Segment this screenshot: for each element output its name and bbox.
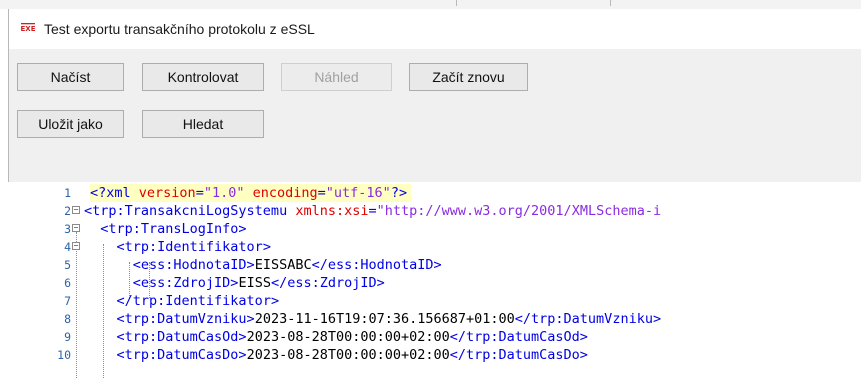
code-token: <trp:Identifikator> bbox=[116, 239, 271, 255]
window-title: Test exportu transakčního protokolu z eS… bbox=[44, 21, 315, 37]
fold-toggle-icon[interactable]: − bbox=[72, 242, 80, 250]
code-token: </trp:DatumCasDo> bbox=[449, 347, 588, 363]
code-token: = bbox=[195, 185, 204, 201]
code-line[interactable]: 8 <trp:DatumVzniku>2023-11-16T19:07:36.15… bbox=[8, 310, 861, 328]
code-token: 2023-08-28T00:00:00+02:00 bbox=[246, 347, 450, 363]
code-token: encoding bbox=[252, 185, 318, 201]
code-token: "1.0" bbox=[203, 185, 245, 201]
xml-code-editor[interactable]: 1 <?xml version="1.0" encoding="utf-16"?>… bbox=[8, 182, 861, 378]
line-number: 4 bbox=[64, 240, 71, 254]
code-text: <ess:ZdrojID>EISS</ess:ZdrojID> bbox=[84, 274, 389, 292]
line-number: 1 bbox=[64, 186, 71, 200]
exe-app-icon: EXE bbox=[21, 22, 35, 34]
code-token: ?> bbox=[390, 185, 408, 201]
line-number: 10 bbox=[57, 348, 71, 362]
code-line[interactable]: 6 <ess:ZdrojID>EISS</ess:ZdrojID> bbox=[8, 274, 861, 292]
code-text: </trp:Identifikator> bbox=[84, 292, 283, 310]
code-line[interactable]: 7 </trp:Identifikator> bbox=[8, 292, 861, 310]
line-number: 2 bbox=[64, 204, 71, 218]
code-text: <trp:TransakcniLogSystemu xmlns:xsi="htt… bbox=[84, 202, 665, 220]
strip-tick bbox=[610, 0, 611, 6]
code-token: <trp:DatumCasOd> bbox=[116, 329, 247, 345]
code-line[interactable]: 2− <trp:TransakcniLogSystemu xmlns:xsi="h… bbox=[8, 202, 861, 220]
fold-toggle-icon[interactable]: − bbox=[72, 224, 80, 232]
code-token: version bbox=[138, 185, 196, 201]
code-text: <trp:DatumCasDo>2023-08-28T00:00:00+02:0… bbox=[84, 346, 592, 364]
code-token: xmlns:xsi bbox=[295, 203, 369, 219]
code-token: = bbox=[368, 203, 377, 219]
check-button[interactable]: Kontrolovat bbox=[142, 63, 264, 91]
title-bar[interactable]: EXE Test exportu transakčního protokolu … bbox=[9, 9, 861, 49]
code-token: <trp:DatumVzniku> bbox=[116, 311, 255, 327]
code-token: 2023-08-28T00:00:00+02:00 bbox=[246, 329, 450, 345]
strip-tick bbox=[456, 0, 457, 6]
code-token: <trp:TransLogInfo> bbox=[100, 221, 247, 237]
line-number: 7 bbox=[64, 294, 71, 308]
code-token: </ess:HodnotaID> bbox=[311, 257, 442, 273]
code-token: 2023-11-16T19:07:36.156687+01:00 bbox=[254, 311, 515, 327]
code-token: </ess:ZdrojID> bbox=[270, 275, 385, 291]
code-token: </trp:DatumCasOd> bbox=[449, 329, 588, 345]
svg-text:EXE: EXE bbox=[21, 25, 35, 33]
background-window-strip bbox=[0, 0, 861, 9]
code-line[interactable]: 3− <trp:TransLogInfo> bbox=[8, 220, 861, 238]
fold-toggle-icon[interactable]: − bbox=[72, 206, 80, 214]
find-button[interactable]: Hledat bbox=[142, 110, 264, 138]
code-line[interactable]: 9 <trp:DatumCasOd>2023-08-28T00:00:00+02:… bbox=[8, 328, 861, 346]
code-token: EISS bbox=[238, 275, 271, 291]
restart-button[interactable]: Začít znovu bbox=[409, 63, 528, 91]
code-token: </trp:Identifikator> bbox=[116, 293, 280, 309]
code-line[interactable]: 4− <trp:Identifikator> bbox=[8, 238, 861, 256]
save-as-button[interactable]: Uložit jako bbox=[17, 110, 124, 138]
code-token: <trp:TransakcniLogSystemu bbox=[84, 203, 296, 219]
code-token: EISSABC bbox=[254, 257, 312, 273]
code-text: <trp:DatumVzniku>2023-11-16T19:07:36.156… bbox=[84, 310, 665, 328]
code-token: "utf-16" bbox=[325, 185, 391, 201]
code-line[interactable]: 5 <ess:HodnotaID>EISSABC</ess:HodnotaID> bbox=[8, 256, 861, 274]
code-token: <ess:HodnotaID> bbox=[132, 257, 255, 273]
code-text: <ess:HodnotaID>EISSABC</ess:HodnotaID> bbox=[84, 256, 446, 274]
code-token: <trp:DatumCasDo> bbox=[116, 347, 247, 363]
code-text: <trp:TransLogInfo> bbox=[84, 220, 251, 238]
code-token: <ess:ZdrojID> bbox=[132, 275, 239, 291]
line-number: 5 bbox=[64, 258, 71, 272]
code-text: <?xml version="1.0" encoding="utf-16"?> bbox=[90, 184, 412, 202]
line-number: 9 bbox=[64, 330, 71, 344]
line-number: 3 bbox=[64, 222, 71, 236]
code-token: <?xml bbox=[90, 185, 139, 201]
code-token: "http://www.w3.org/2001/XMLSchema-i bbox=[376, 203, 662, 219]
code-line[interactable]: 10 <trp:DatumCasDo>2023-08-28T00:00:00+02… bbox=[8, 346, 861, 364]
preview-button[interactable]: Náhled bbox=[281, 63, 392, 91]
code-text: <trp:DatumCasOd>2023-08-28T00:00:00+02:0… bbox=[84, 328, 592, 346]
code-token: </trp:DatumVzniku> bbox=[514, 311, 662, 327]
code-token: = bbox=[317, 185, 326, 201]
line-number: 8 bbox=[64, 312, 71, 326]
line-number: 6 bbox=[64, 276, 71, 290]
code-text: <trp:Identifikator> bbox=[84, 238, 275, 256]
load-button[interactable]: Načíst bbox=[17, 63, 124, 91]
code-line[interactable]: 1 <?xml version="1.0" encoding="utf-16"?> bbox=[8, 184, 861, 202]
